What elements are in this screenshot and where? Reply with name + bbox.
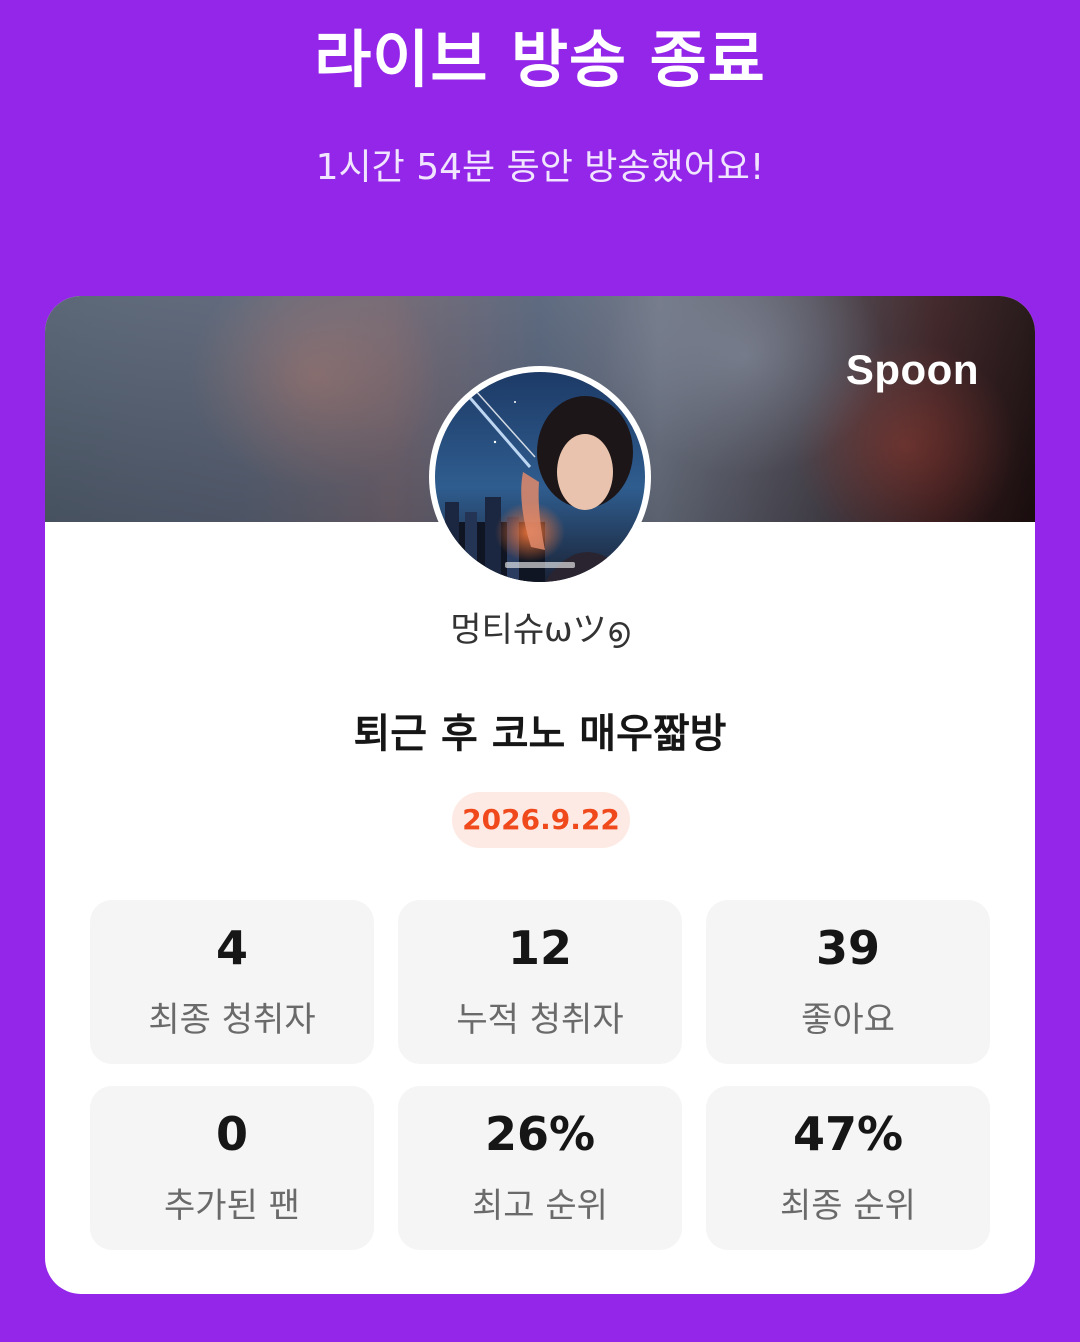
stat-label: 최고 순위 (472, 1186, 608, 1226)
stat-label: 최종 청취자 (148, 1000, 316, 1040)
stat-final-rank: 47% 최종 순위 (706, 1086, 990, 1250)
stat-total-listeners: 12 누적 청취자 (398, 900, 682, 1064)
avatar[interactable] (429, 366, 651, 588)
stat-peak-rank: 26% 최고 순위 (398, 1086, 682, 1250)
stat-label: 누적 청취자 (456, 1000, 624, 1040)
spoon-logo: Spoon (845, 346, 979, 393)
stat-value: 26% (484, 1107, 596, 1161)
broadcast-summary-card: Spoon 멍티슈ѡツ൭ 퇴근 후 코노 매우짧방 2026.9.22 4 최종… (45, 296, 1035, 1294)
date-badge: 2026.9.22 (452, 792, 630, 848)
stat-final-listeners: 4 최종 청취자 (90, 900, 374, 1064)
stat-value: 12 (507, 921, 572, 975)
stat-value: 4 (215, 921, 248, 975)
avatar-image (435, 372, 645, 582)
page-title: 라이브 방송 종료 (314, 23, 766, 96)
stat-value: 47% (792, 1107, 904, 1161)
stat-likes: 39 좋아요 (706, 900, 990, 1064)
stat-value: 39 (815, 921, 880, 975)
broadcaster-name: 멍티슈ѡツ൭ (450, 610, 630, 650)
live-title: 퇴근 후 코노 매우짧방 (353, 711, 727, 757)
stat-label: 최종 순위 (780, 1186, 916, 1226)
stat-value: 0 (215, 1107, 248, 1161)
stat-new-fans: 0 추가된 팬 (90, 1086, 374, 1250)
stats-grid: 4 최종 청취자 12 누적 청취자 39 좋아요 0 추가된 팬 26% 최고… (90, 900, 990, 1250)
stat-label: 추가된 팬 (164, 1186, 300, 1226)
broadcast-duration-text: 1시간 54분 동안 방송했어요! (315, 147, 765, 188)
stat-label: 좋아요 (801, 1000, 895, 1040)
